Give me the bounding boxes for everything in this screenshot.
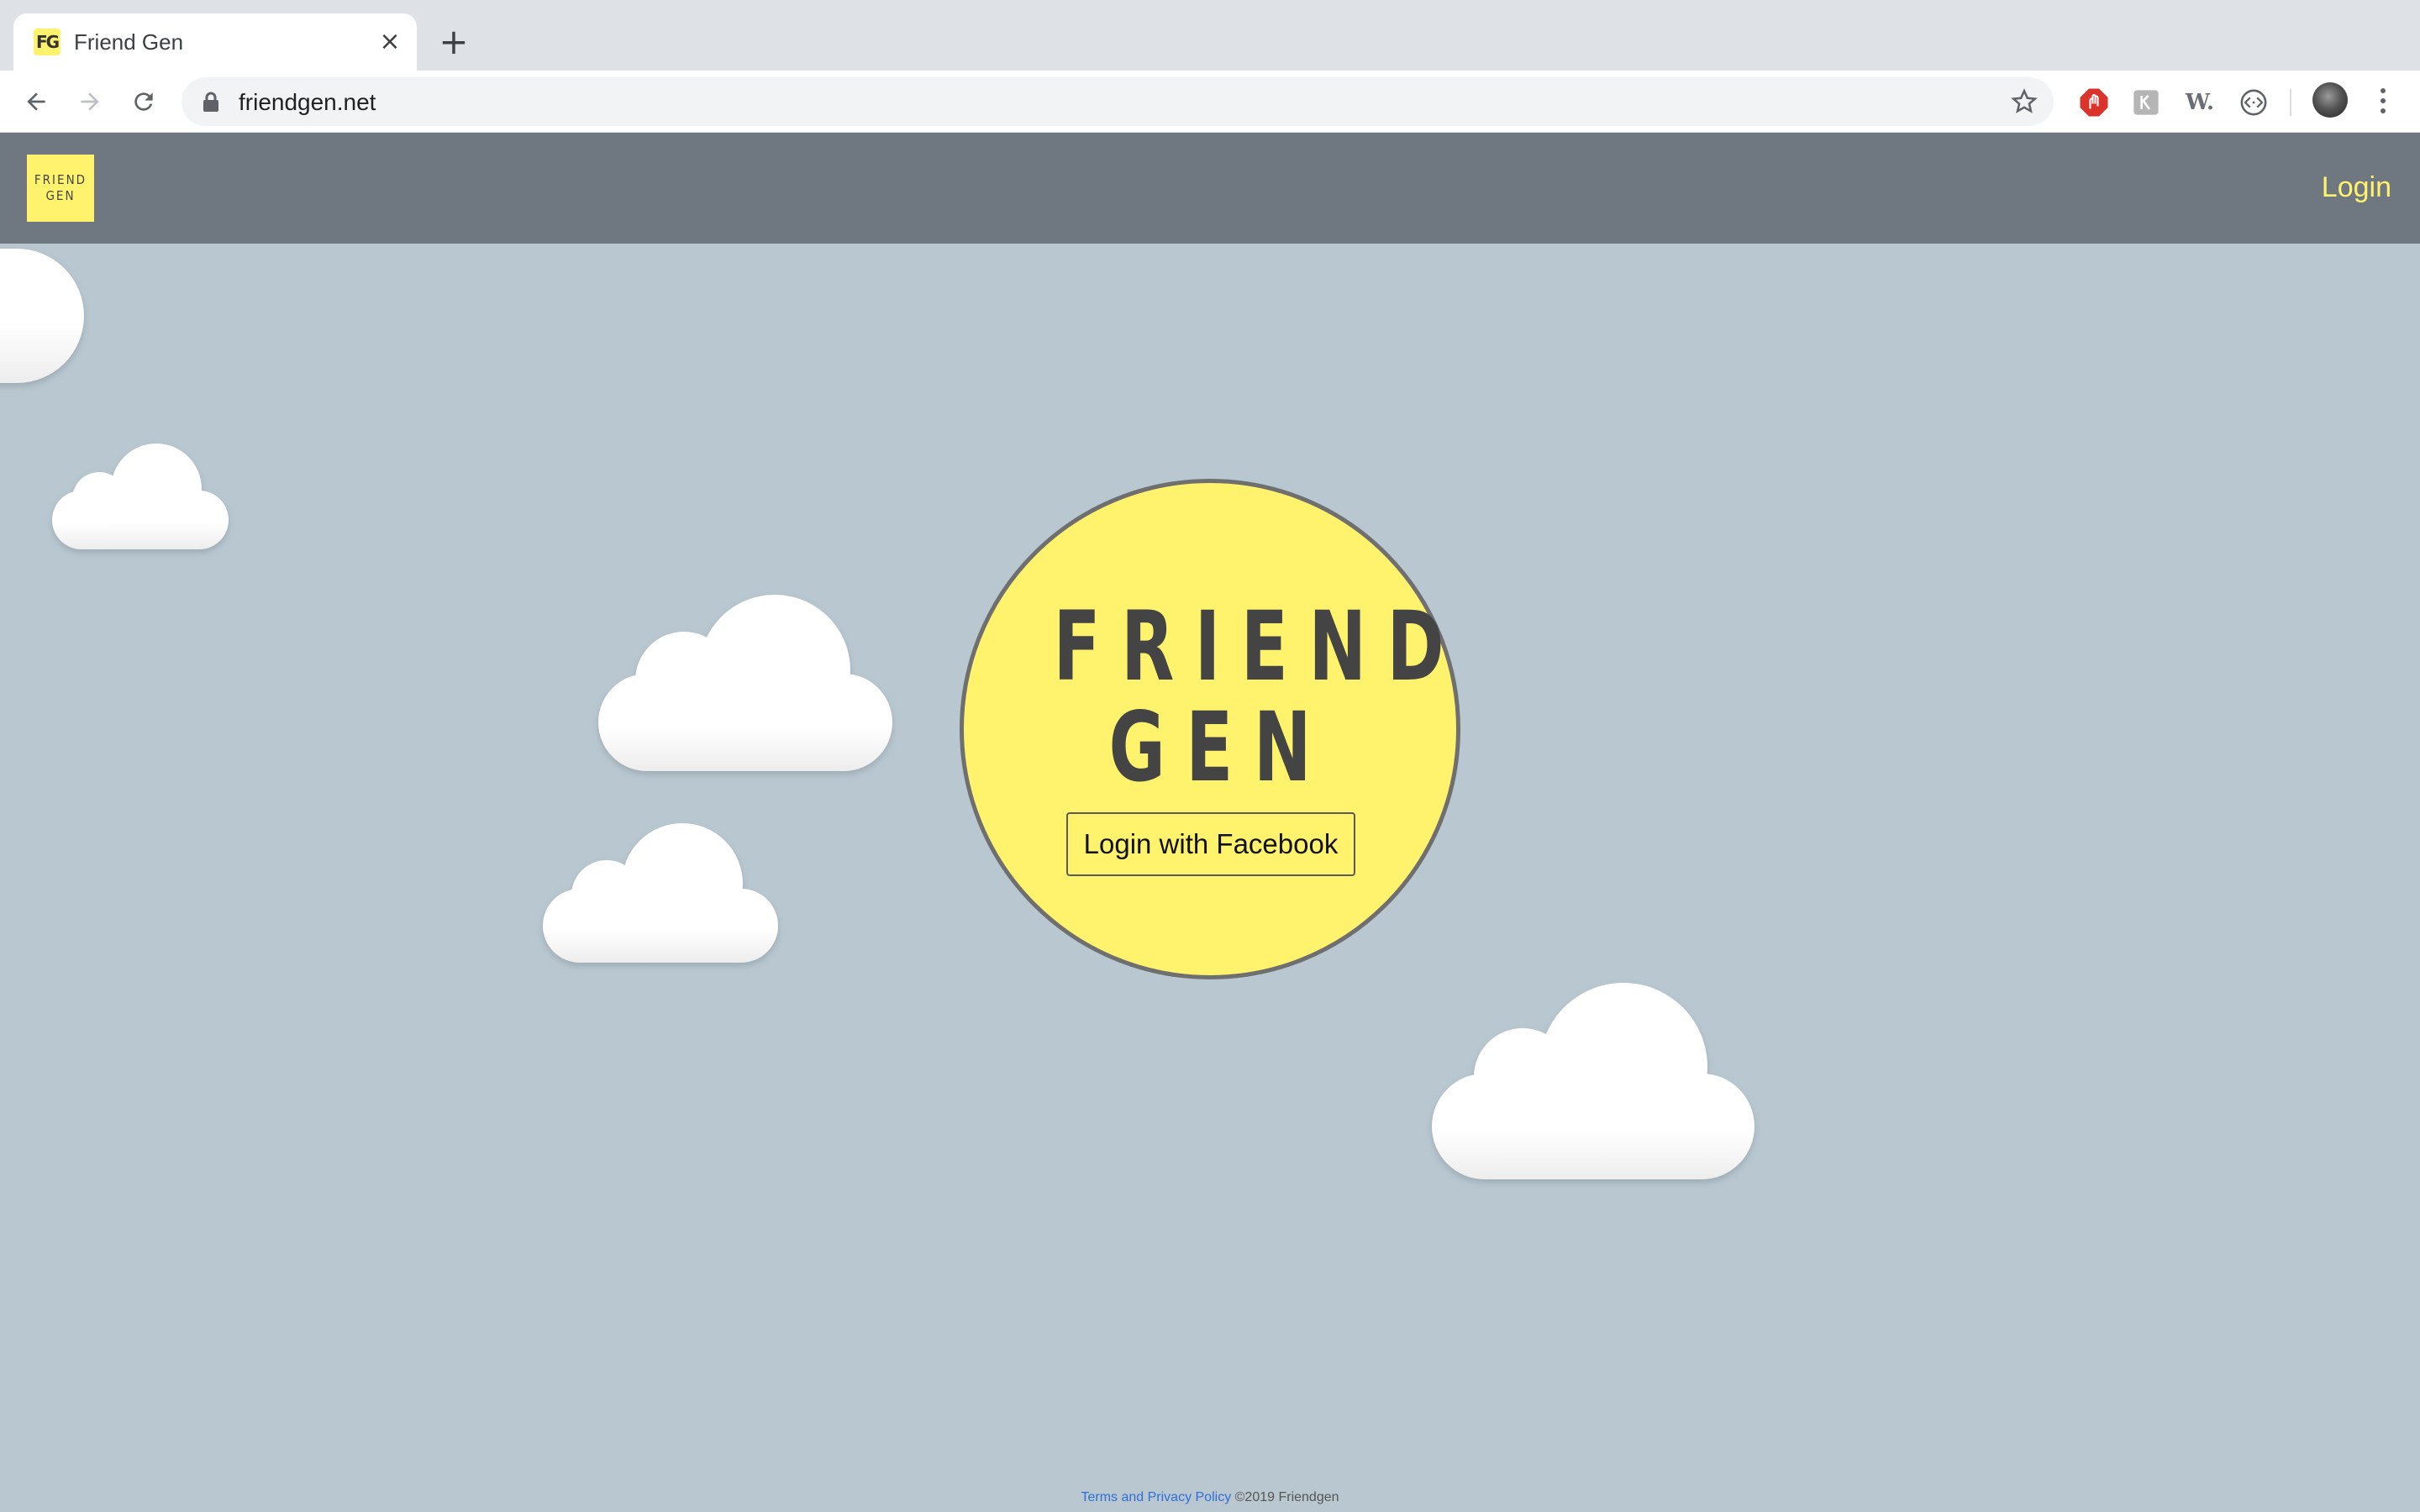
- browser-tabstrip: FG Friend Gen × +: [0, 0, 2420, 71]
- hero-title-line-1: FRIEND: [1053, 591, 1465, 702]
- toolbar-divider: [2290, 89, 2291, 116]
- hero-circle: FRIEND GEN Login with Facebook: [960, 479, 1460, 979]
- logo-line-1: FRIEND: [34, 172, 87, 187]
- favicon-icon: FG: [34, 29, 60, 55]
- cloud-decoration: [0, 240, 118, 391]
- url-text[interactable]: friendgen.net: [239, 89, 376, 116]
- tab-close-icon[interactable]: ×: [376, 29, 403, 55]
- profile-avatar[interactable]: [2312, 82, 2348, 118]
- header-login-link[interactable]: Login: [2322, 171, 2391, 204]
- tab-title: Friend Gen: [74, 29, 184, 55]
- more-menu-icon[interactable]: [2375, 86, 2391, 116]
- extension-icon[interactable]: [2129, 86, 2163, 119]
- hero-title-line-2: GEN: [1108, 691, 1333, 803]
- w-extension-icon[interactable]: W.: [2183, 86, 2217, 119]
- cloud-decoration: [1430, 983, 1756, 1183]
- new-tab-icon[interactable]: +: [437, 24, 471, 60]
- browser-tab[interactable]: FG Friend Gen ×: [13, 13, 417, 71]
- copyright-text: ©2019 Friendgen: [1234, 1490, 1339, 1504]
- cloud-decoration: [541, 820, 780, 966]
- site-header: FRIEND GEN Login: [0, 133, 2420, 244]
- logo-line-2: GEN: [45, 188, 76, 203]
- login-with-facebook-button[interactable]: Login with Facebook: [1066, 812, 1355, 876]
- terms-privacy-link[interactable]: Terms and Privacy Policy: [1081, 1490, 1231, 1504]
- reload-icon[interactable]: [126, 84, 161, 119]
- back-icon[interactable]: [18, 84, 54, 119]
- star-icon[interactable]: [2010, 87, 2039, 116]
- site-logo[interactable]: FRIEND GEN: [27, 155, 94, 222]
- browser-toolbar: friendgen.net W.: [0, 71, 2420, 133]
- footer: Terms and Privacy Policy ©2019 Friendgen: [0, 1490, 2420, 1505]
- cloud-decoration: [50, 440, 232, 554]
- cloud-decoration: [597, 593, 896, 774]
- address-bar[interactable]: friendgen.net: [182, 77, 2054, 126]
- adblock-icon[interactable]: [2077, 86, 2111, 119]
- lock-icon: [203, 92, 218, 112]
- code-extension-icon[interactable]: [2237, 86, 2270, 119]
- forward-icon[interactable]: [72, 84, 108, 119]
